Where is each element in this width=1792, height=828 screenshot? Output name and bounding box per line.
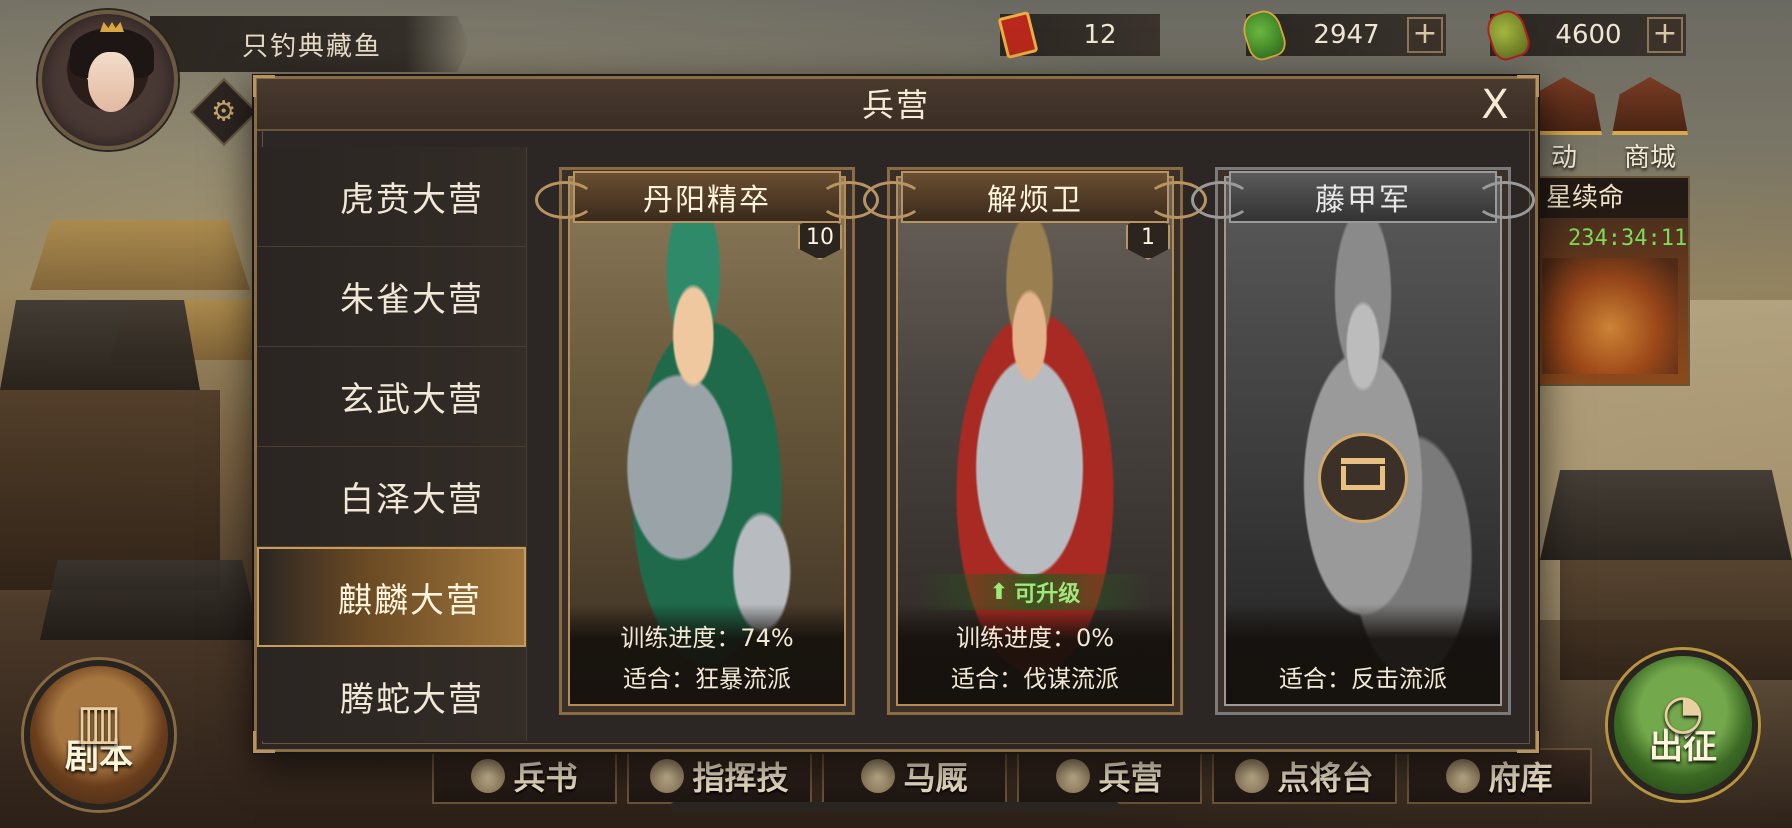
tab-treasury[interactable]: 府库 [1407,748,1592,804]
player-name: 只钓典藏鱼 [150,16,470,72]
tab-military-books[interactable]: 兵书 [432,748,617,804]
event-timer: 234:34:11 [1568,226,1688,251]
avatar-face [88,52,134,112]
troop-name-banner: 丹阳精卒 [535,171,879,223]
camp-item-zhu-que[interactable]: 朱雀大营 [257,247,526,347]
platform-icon [1235,759,1270,793]
gear-icon: ⚙ [211,94,237,128]
troop-card-tengjiajun[interactable]: 适合：反击流派 [1215,167,1511,715]
tab-label: 府库 [1488,759,1553,797]
barracks-icon [1056,759,1091,793]
tab-barracks[interactable]: 兵营 [1017,748,1202,804]
card-info: 训练进度：74% 适合：狂暴流派 [570,604,844,704]
camp-category-list: 虎贲大营 朱雀大营 玄武大营 白泽大营 麒麟大营 腾蛇大营 [257,147,527,741]
suitable-style: 适合：狂暴流派 [623,665,791,693]
camp-item-xuan-wu[interactable]: 玄武大营 [257,347,526,447]
arrow-up-icon: ⬆ [989,579,1009,605]
tab-label: 马厩 [903,759,968,797]
command-token-icon [994,8,1042,62]
event-title: 星续命 [1532,178,1688,218]
event-menu-label: 动 [1550,143,1577,173]
tab-label: 点将台 [1277,759,1374,797]
camp-item-hu-ben[interactable]: 虎贲大营 [257,147,526,247]
card-frame: 适合：反击流派 [1224,176,1502,706]
suitable-style: 适合：伐谋流派 [951,665,1119,693]
card-info: 训练进度：0% 适合：伐谋流派 [898,604,1172,704]
command-icon [650,759,685,793]
building-roof [0,300,200,390]
book-icon [471,759,506,793]
suitable-style: 适合：反击流派 [1279,665,1447,693]
barracks-dialog: 兵营 X 虎贲大营 朱雀大营 玄武大营 白泽大营 麒麟大营 腾蛇大营 训练进度：… [253,75,1539,753]
march-button[interactable]: ◔ 出征 [1608,650,1758,800]
horn-icon: ◔ [1662,684,1704,740]
lock-icon [1318,433,1408,523]
scroll-icon: ▥ [76,694,122,750]
training-progress: 训练进度：0% [955,624,1115,652]
tab-command-skills[interactable]: 指挥技 [627,748,812,804]
dialog-title: 兵营 [861,86,930,124]
card-info: 适合：反击流派 [1226,604,1500,704]
resource-gold-jade: 4600 + [1485,8,1686,62]
tab-label: 兵营 [1098,759,1163,797]
upgrade-label: 可升级 [1014,582,1081,607]
add-gold-jade-button[interactable]: + [1647,17,1683,53]
gold-jade-count: 4600 [1555,20,1622,50]
building-roof [30,220,250,290]
troop-name-banner: 藤甲军 [1191,171,1535,223]
upgrade-available-tag: ⬆ 可升级 [918,574,1152,610]
horse-icon [861,759,896,793]
resource-command-token: 12 [997,10,1160,60]
bottom-nav: 兵书 指挥技 马厩 兵营 点将台 府库 [432,748,1592,804]
building-roof [40,560,260,640]
add-jade-button[interactable]: + [1407,17,1443,53]
jade-icon [1240,8,1288,62]
avatar-crown [100,22,124,32]
frame-corner [1517,731,1539,753]
event-panel[interactable]: 星续命 234:34:11 [1530,176,1690,386]
event-artwork [1542,258,1678,374]
shop-menu-button[interactable]: 商城 [1606,74,1694,174]
shop-menu-label: 商城 [1623,143,1676,173]
gold-jade-icon [1484,8,1532,62]
tab-general-platform[interactable]: 点将台 [1212,748,1397,804]
troop-card-jiefanwei[interactable]: ⬆ 可升级 训练进度：0% 适合：伐谋流派 1 [887,167,1183,715]
card-frame: 训练进度：74% 适合：狂暴流派 [568,176,846,706]
tab-label: 指挥技 [692,759,789,797]
script-button[interactable]: ▥ 剧本 [24,660,174,810]
card-frame: ⬆ 可升级 训练进度：0% 适合：伐谋流派 [896,176,1174,706]
shop-icon [1612,77,1688,135]
treasury-icon [1446,759,1481,793]
resource-jade: 2947 + [1241,8,1446,62]
building-roof [1540,470,1792,560]
player-avatar[interactable] [38,10,178,150]
camp-item-teng-she[interactable]: 腾蛇大营 [257,647,526,741]
close-button[interactable]: X [1475,85,1515,125]
troop-card-danyang[interactable]: 训练进度：74% 适合：狂暴流派 10 [559,167,855,715]
troop-name-banner: 解烦卫 [863,171,1207,223]
camp-item-qi-lin[interactable]: 麒麟大营 [257,547,526,647]
command-token-count: 12 [1083,20,1117,50]
camp-item-bai-ze[interactable]: 白泽大营 [257,447,526,547]
jade-count: 2947 [1313,20,1380,50]
tab-stable[interactable]: 马厩 [822,748,1007,804]
home-indicator[interactable] [670,802,1120,811]
tab-label: 兵书 [513,759,578,797]
training-progress: 训练进度：74% [620,624,794,652]
